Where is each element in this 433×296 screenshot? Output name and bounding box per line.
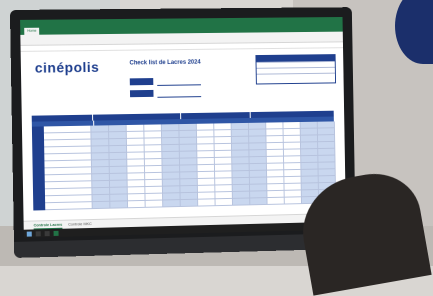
table-cell[interactable] — [93, 201, 111, 210]
brand-logo: cinépolis — [34, 58, 100, 76]
header-field-label — [129, 78, 154, 86]
sheet-title: Check list de Lacres 2024 — [129, 59, 201, 67]
row-number-cell — [33, 203, 46, 211]
table-body — [31, 121, 337, 211]
windows-start-icon[interactable] — [26, 231, 32, 237]
header-field-value[interactable] — [157, 89, 202, 98]
header-field-value[interactable] — [157, 77, 201, 86]
checklist-table — [31, 110, 337, 211]
ribbon-tab-active[interactable]: Home — [24, 27, 40, 35]
table-cell[interactable] — [145, 200, 164, 208]
sheet-header: cinépolis Check list de Lacres 2024 — [21, 48, 344, 108]
laptop: Home cinépolis Check list de Lacres 2024 — [9, 7, 373, 258]
laptop-screen: Home cinépolis Check list de Lacres 2024 — [20, 16, 347, 238]
table-cell[interactable] — [198, 199, 216, 207]
table-cell[interactable] — [163, 200, 182, 208]
header-field-label — [129, 89, 154, 98]
table-cell[interactable] — [250, 198, 268, 206]
excel-app-icon[interactable] — [53, 230, 59, 236]
info-panel-row — [256, 72, 336, 80]
table-cell[interactable] — [110, 201, 129, 209]
table-cell[interactable] — [215, 198, 234, 207]
table-cell[interactable] — [128, 200, 147, 209]
table-cell[interactable] — [233, 198, 251, 206]
table-cell[interactable] — [267, 197, 285, 205]
table-cell[interactable] — [180, 199, 199, 207]
table-cell[interactable] — [284, 197, 303, 205]
task-view-icon[interactable] — [44, 230, 50, 236]
search-icon[interactable] — [35, 230, 41, 236]
table-cell[interactable] — [45, 202, 94, 211]
info-panel — [255, 54, 337, 85]
